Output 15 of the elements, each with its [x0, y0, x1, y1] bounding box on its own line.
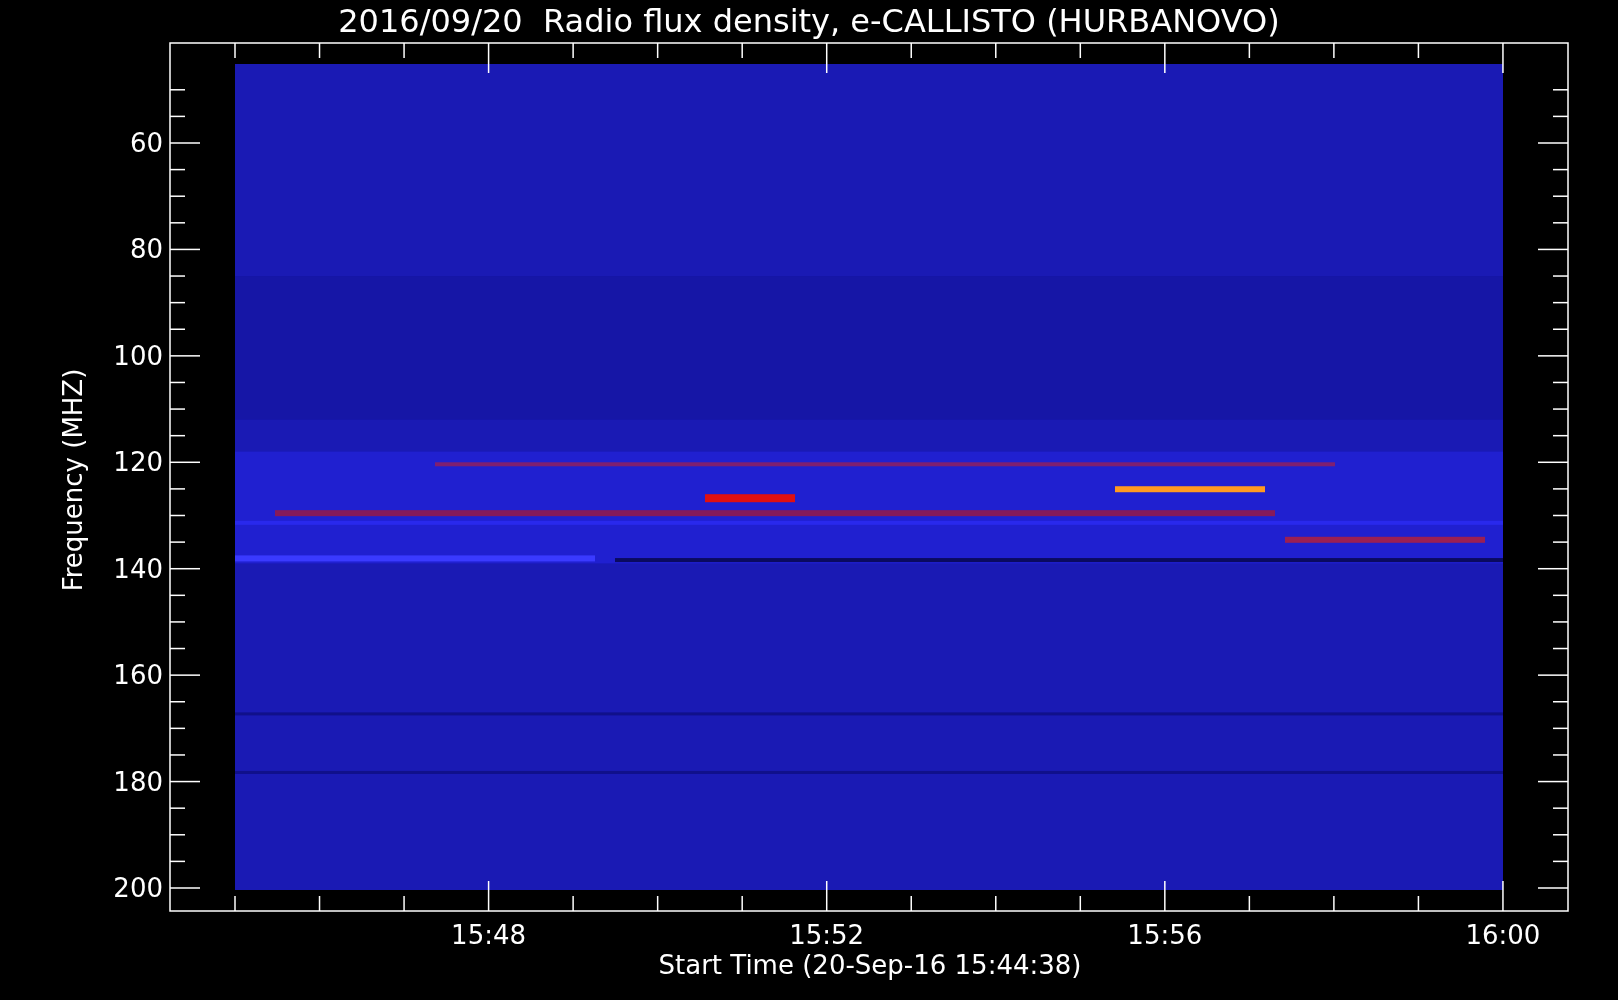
chart-title: 2016/09/20 Radio flux density, e-CALLISTO (HURBANOVO)	[337, 1, 1281, 42]
y-tick-label: 120	[113, 447, 163, 478]
x-tick-label: 15:52	[788, 920, 866, 950]
x-axis-label: Start Time (20-Sep-16 15:44:38)	[657, 949, 1083, 981]
y-tick-label: 180	[113, 766, 163, 797]
x-tick-label: 15:48	[450, 920, 528, 950]
y-tick-label: 100	[113, 340, 163, 371]
x-tick-label: 16:00	[1464, 920, 1542, 950]
y-tick-label: 140	[113, 553, 163, 584]
y-tick-label: 200	[113, 873, 163, 903]
x-tick-label: 15:56	[1126, 920, 1204, 950]
y-tick-label: 80	[129, 234, 163, 265]
y-tick-label: 160	[113, 660, 163, 691]
y-axis-label: Frequency (MHZ)	[57, 367, 89, 594]
y-tick-label: 60	[129, 128, 163, 158]
